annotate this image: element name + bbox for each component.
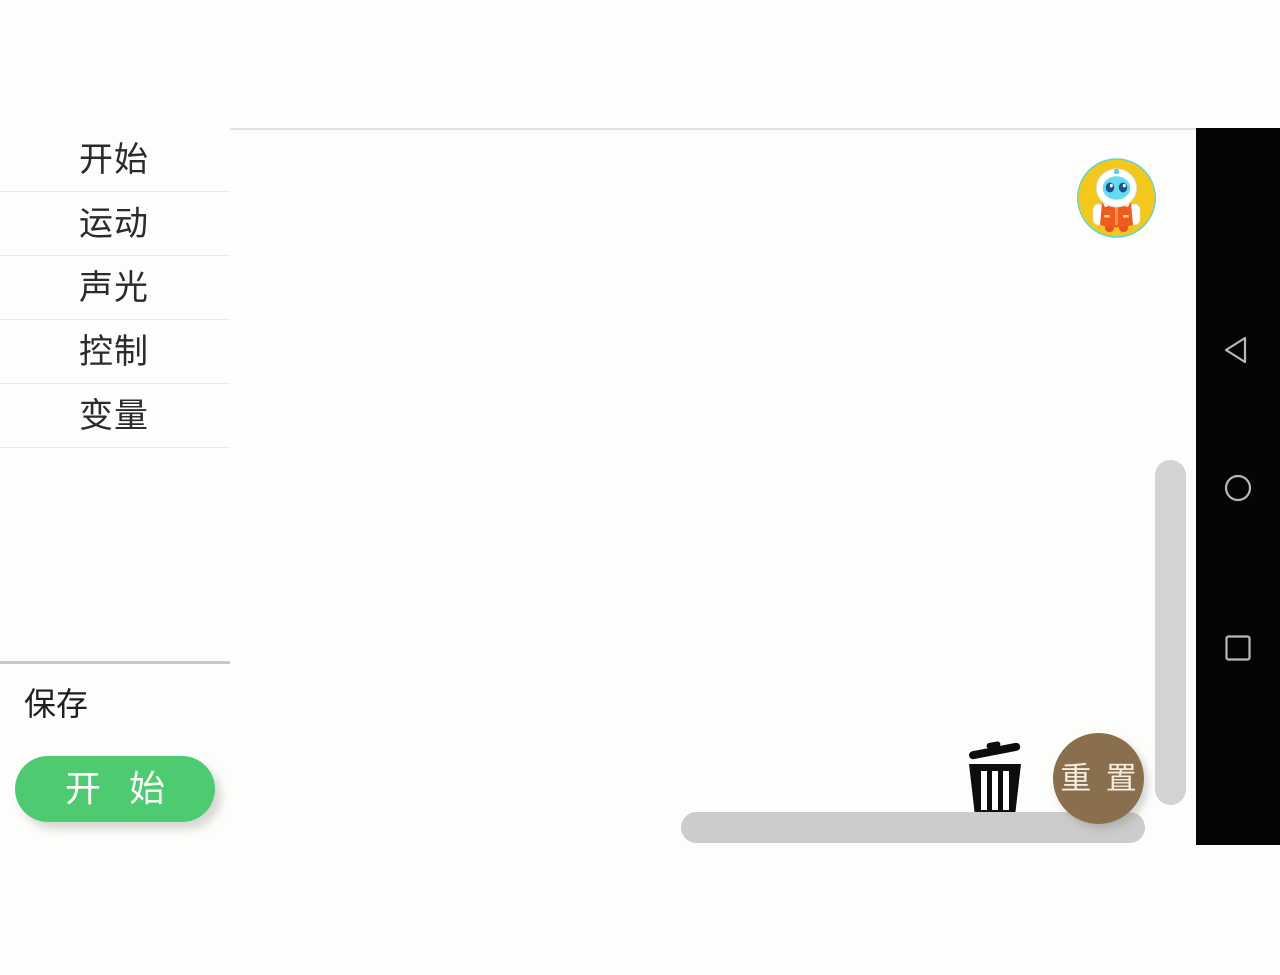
reset-button-label: 重 置 [1060,761,1140,796]
sidebar-divider [0,661,230,664]
home-circle-icon[interactable] [1196,446,1280,530]
block-category-sidebar: 开始 运动 声光 控制 变量 保存 开 始 [0,128,230,845]
sidebar-item-control[interactable]: 控制 [0,320,230,384]
script-canvas[interactable] [230,128,1196,845]
sidebar-item-sound-light[interactable]: 声光 [0,256,230,320]
sidebar-item-label: 开始 [79,140,149,179]
sidebar-item-label: 运动 [79,204,149,243]
app-root: 开始 运动 声光 控制 变量 保存 开 始 重 置 [0,0,1280,975]
sidebar-item-variable[interactable]: 变量 [0,384,230,448]
reset-button[interactable]: 重 置 [1053,733,1144,824]
sidebar-item-motion[interactable]: 运动 [0,192,230,256]
sidebar-empty-space [0,448,230,661]
sidebar-item-label: 变量 [79,396,149,435]
trash-can-icon[interactable] [962,740,1028,820]
robot-avatar-icon[interactable] [1077,158,1156,238]
sidebar-item-label: 声光 [79,268,149,307]
sidebar-item-label: 控制 [79,332,149,371]
vertical-scrollbar[interactable] [1155,460,1186,805]
start-run-button-label: 开 始 [64,768,174,809]
recents-square-icon[interactable] [1196,606,1280,690]
back-triangle-icon[interactable] [1196,308,1280,392]
start-run-button[interactable]: 开 始 [15,756,215,822]
save-button[interactable]: 保存 [24,688,88,720]
android-navigation-bar [1196,128,1280,845]
sidebar-item-start[interactable]: 开始 [0,128,230,192]
